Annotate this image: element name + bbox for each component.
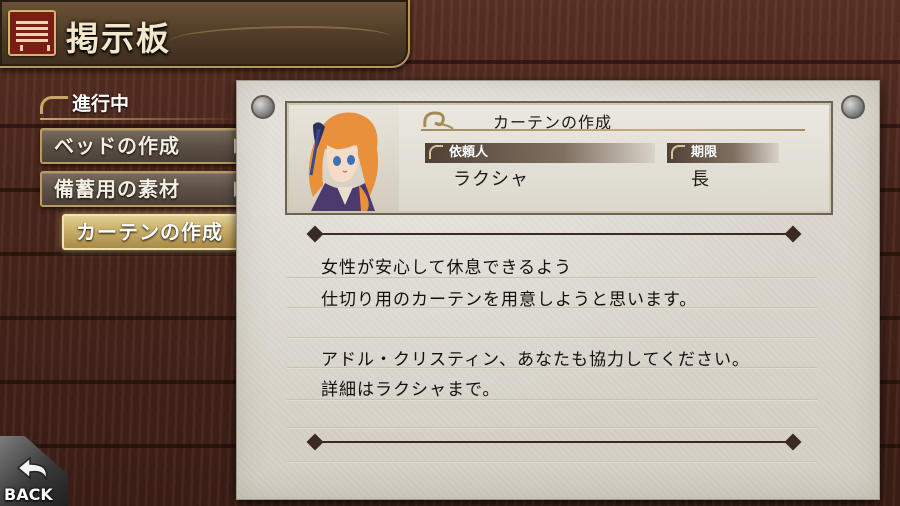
screen-title: 掲示板 [66, 19, 171, 58]
pin-icon [841, 95, 865, 119]
section-label-text: 進行中 [72, 93, 130, 115]
quest-item-label: カーテンの作成 [76, 220, 223, 244]
section-underline [40, 118, 240, 120]
client-label-text: 依頼人 [449, 145, 489, 160]
divider-bottom [306, 433, 802, 451]
back-button[interactable]: BACK [0, 436, 68, 506]
title-rule [421, 129, 805, 131]
title-banner: 掲示板 [0, 0, 410, 68]
client-name: ラクシャ [453, 169, 529, 190]
quest-header: カーテンの作成 依頼人 ラクシャ 期限 長 [285, 101, 833, 215]
back-label: BACK [4, 485, 53, 504]
back-arrow-icon [16, 456, 48, 481]
divider [287, 337, 817, 339]
body-line: 詳細はラクシャまで。 [321, 380, 501, 400]
body-line: 女性が安心して休息できるよう [321, 258, 573, 278]
flourish-icon [423, 111, 454, 130]
deadline-label-text: 期限 [691, 145, 718, 160]
notice-board-icon [8, 10, 56, 56]
body-line: 仕切り用のカーテンを用意しようと思います。 [321, 290, 698, 310]
client-portrait-image [308, 112, 378, 211]
section-label-in-progress: 進行中 [40, 90, 240, 120]
flourish-icon [429, 145, 443, 159]
flourish-icon [40, 96, 68, 114]
divider [287, 461, 817, 463]
divider [287, 427, 817, 429]
flourish-icon [671, 145, 685, 159]
divider-top [306, 225, 802, 243]
body-line: アドル・クリスティン、あなたも協力してください。 [321, 350, 750, 370]
quest-item-bed[interactable]: ベッドの作成 [40, 128, 250, 164]
pin-icon [251, 95, 275, 119]
deadline-label: 期限 [667, 143, 779, 163]
quest-item-label: ベッドの作成 [54, 134, 180, 158]
client-label: 依頼人 [425, 143, 655, 163]
quest-detail-panel: カーテンの作成 依頼人 ラクシャ 期限 長 女性が安心して休息できるよう 仕切り… [236, 80, 880, 500]
deadline-value: 長 [691, 169, 710, 190]
client-portrait [289, 105, 399, 211]
quest-item-label: 備蓄用の素材 [54, 177, 180, 201]
quest-item-stock-materials[interactable]: 備蓄用の素材 [40, 171, 250, 207]
